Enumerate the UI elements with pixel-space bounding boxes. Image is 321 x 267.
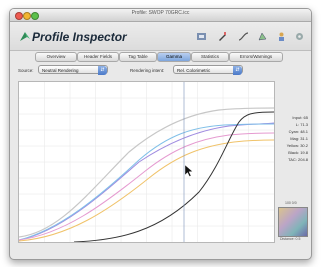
curves-icon[interactable] [238,31,249,42]
source-value: Neutral Rendering [42,68,79,73]
tab-label: Overview [46,54,66,59]
gamma-plot[interactable] [18,81,275,243]
swatch-top-label: 100 0/0 [285,201,297,205]
settings-row: Source: Neutral Rendering ⇵ Rendering in… [10,64,311,78]
source-label: Source: [18,68,34,73]
gamma-plot-canvas[interactable] [18,82,275,243]
readout-black: Black: 19.8 [288,150,308,155]
tab-label: Gamma [165,54,182,59]
plot-grid [19,82,274,242]
mouse-pointer-icon [184,164,193,177]
chevron-updown-icon: ⇵ [98,66,107,75]
tab-label: Statistics [200,54,219,59]
readout-cyan: Cyan: 48.1 [288,129,308,134]
window-title: Profile: SWOP 70GRC.icc [131,10,190,16]
tab-label: Errors/Warnings [239,54,273,59]
toolbar: Profile Inspector [10,22,311,51]
rendering-intent-popup[interactable]: Rel. Colorimetric ⇵ [173,65,243,75]
tab-bar: Overview Header Fields Tag Table Gamma S… [10,51,311,63]
tab-gamma[interactable]: Gamma [157,52,191,62]
title-bar: Profile: SWOP 70GRC.icc [10,9,311,22]
source-popup[interactable]: Neutral Rendering ⇵ [38,65,108,75]
gamut-icon[interactable] [257,31,268,42]
tab-errors-warnings[interactable]: Errors/Warnings [229,52,283,62]
app-logo-icon [20,32,30,41]
color-swatch [278,207,308,237]
app-window: Profile: SWOP 70GRC.icc Profile Inspecto… [9,8,312,260]
readout-tac: TAC: 204.8 [288,157,308,162]
tab-tag-table[interactable]: Tag Table [119,52,157,62]
value-readout: Input: 65 L: 71.3 Cyan: 48.1 Mag: 31.1 Y… [276,114,308,163]
tab-label: Tag Table [128,54,148,59]
rendering-intent-value: Rel. Colorimetric [177,68,211,73]
readout-yellow: Yellow: 30.2 [286,143,308,148]
tab-label: Header Fields [83,54,112,59]
person-icon[interactable] [276,31,287,42]
readout-input: Input: 65 [292,115,308,120]
profile-icon[interactable] [196,31,207,42]
chevron-updown-icon: ⇵ [233,66,242,75]
rendering-intent-label: Rendering intent: [130,68,165,73]
app-title: Profile Inspector [32,30,127,44]
settings-icon[interactable] [294,31,305,42]
pencil-icon[interactable] [217,31,228,42]
tab-overview[interactable]: Overview [35,52,77,62]
readout-magenta: Mag: 31.1 [290,136,308,141]
readout-lightness: L: 71.3 [295,122,308,127]
tab-statistics[interactable]: Statistics [191,52,229,62]
swatch-bottom-label: Distance: 0.5 [280,237,301,241]
tab-header-fields[interactable]: Header Fields [77,52,119,62]
